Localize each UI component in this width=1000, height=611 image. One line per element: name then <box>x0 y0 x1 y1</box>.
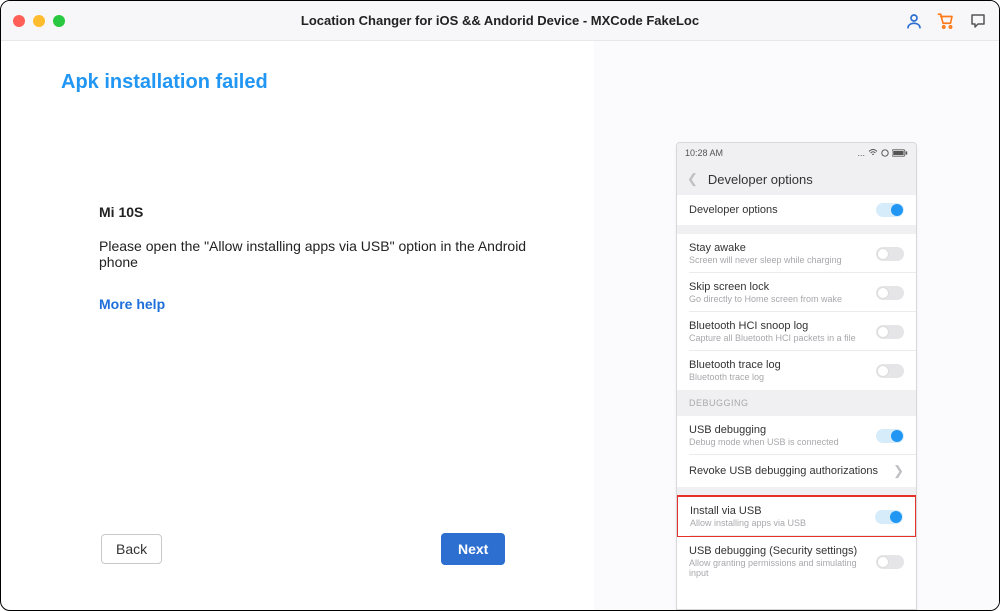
signal-icon <box>881 149 889 157</box>
phone-screen-header: ❮ Developer options <box>677 163 916 195</box>
toggle-on-icon <box>875 510 903 524</box>
section-gap <box>677 225 916 234</box>
toggle-on-icon <box>876 203 904 217</box>
titlebar-actions <box>905 12 987 30</box>
setting-usb-debugging: USB debugging Debug mode when USB is con… <box>677 416 916 455</box>
setting-title: Developer options <box>689 204 778 216</box>
phone-screen-title: Developer options <box>708 172 813 187</box>
close-window-button[interactable] <box>13 15 25 27</box>
setting-revoke-usb: Revoke USB debugging authorizations ❯ <box>677 455 916 487</box>
toggle-on-icon <box>876 429 904 443</box>
setting-subtitle: Allow installing apps via USB <box>690 518 806 528</box>
setting-install-via-usb: Install via USB Allow installing apps vi… <box>676 495 917 538</box>
phone-status-icons: ... <box>857 148 908 158</box>
more-help-link[interactable]: More help <box>99 296 566 312</box>
next-button[interactable]: Next <box>441 533 505 565</box>
wifi-icon <box>868 149 878 157</box>
toggle-off-icon <box>876 364 904 378</box>
setting-stay-awake: Stay awake Screen will never sleep while… <box>677 234 916 273</box>
setting-subtitle: Debug mode when USB is connected <box>689 437 839 447</box>
battery-icon <box>892 149 908 157</box>
setting-title: Install via USB <box>690 505 806 517</box>
app-window: Location Changer for iOS && Andorid Devi… <box>0 0 1000 611</box>
phone-preview: 10:28 AM ... ❮ Developer options Develop… <box>676 142 917 610</box>
toggle-off-icon <box>876 555 904 569</box>
phone-status-bar: 10:28 AM ... <box>677 143 916 163</box>
page-heading: Apk installation failed <box>61 71 566 94</box>
more-icon: ... <box>857 148 865 158</box>
device-name: Mi 10S <box>99 204 566 220</box>
setting-title: Bluetooth HCI snoop log <box>689 320 856 332</box>
minimize-window-button[interactable] <box>33 15 45 27</box>
setting-bt-hci-snoop: Bluetooth HCI snoop log Capture all Blue… <box>677 312 916 351</box>
setting-subtitle: Bluetooth trace log <box>689 372 781 382</box>
traffic-lights <box>13 15 65 27</box>
content-area: Apk installation failed Mi 10S Please op… <box>1 41 999 610</box>
toggle-off-icon <box>876 286 904 300</box>
chevron-right-icon: ❯ <box>893 463 904 479</box>
setting-usb-debugging-security: USB debugging (Security settings) Allow … <box>677 537 916 586</box>
setting-title: Skip screen lock <box>689 281 842 293</box>
setting-subtitle: Allow granting permissions and simulatin… <box>689 558 876 578</box>
maximize-window-button[interactable] <box>53 15 65 27</box>
setting-subtitle: Capture all Bluetooth HCI packets in a f… <box>689 333 856 343</box>
setting-title: USB debugging <box>689 424 839 436</box>
setting-title: Revoke USB debugging authorizations <box>689 465 878 477</box>
phone-settings-list: Developer options Stay awake Screen will… <box>677 195 916 586</box>
setting-title: USB debugging (Security settings) <box>689 545 876 557</box>
instruction-text: Please open the "Allow installing apps v… <box>99 238 566 270</box>
setting-skip-screen-lock: Skip screen lock Go directly to Home scr… <box>677 273 916 312</box>
setting-bt-trace-log: Bluetooth trace log Bluetooth trace log <box>677 351 916 390</box>
toggle-off-icon <box>876 325 904 339</box>
setting-subtitle: Go directly to Home screen from wake <box>689 294 842 304</box>
setting-subtitle: Screen will never sleep while charging <box>689 255 842 265</box>
user-icon[interactable] <box>905 12 923 30</box>
setting-title: Bluetooth trace log <box>689 359 781 371</box>
button-row: Back Next <box>1 534 594 564</box>
section-label: DEBUGGING <box>677 390 916 416</box>
setting-developer-options: Developer options <box>677 195 916 225</box>
left-panel: Apk installation failed Mi 10S Please op… <box>1 41 594 610</box>
toggle-off-icon <box>876 247 904 261</box>
window-title: Location Changer for iOS && Andorid Devi… <box>1 13 999 28</box>
back-chevron-icon: ❮ <box>687 171 698 187</box>
feedback-icon[interactable] <box>969 12 987 30</box>
setting-title: Stay awake <box>689 242 842 254</box>
back-button[interactable]: Back <box>101 534 162 564</box>
phone-time: 10:28 AM <box>685 148 723 158</box>
titlebar: Location Changer for iOS && Andorid Devi… <box>1 1 999 41</box>
cart-icon[interactable] <box>937 12 955 30</box>
right-panel: 10:28 AM ... ❮ Developer options Develop… <box>594 41 999 610</box>
